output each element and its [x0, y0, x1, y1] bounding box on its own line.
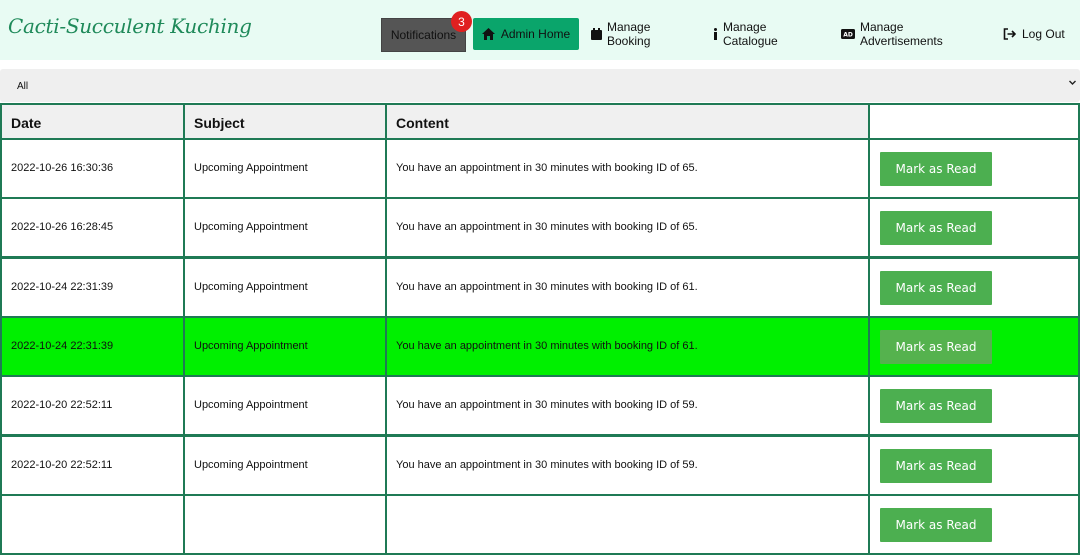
cell-subject	[183, 493, 387, 555]
cell-content: You have an appointment in 30 minutes wi…	[385, 138, 870, 199]
info-icon	[713, 28, 718, 40]
admin-home-label: Admin Home	[500, 27, 571, 41]
chevron-down-icon	[1068, 78, 1077, 90]
cell-subject: Upcoming Appointment	[183, 315, 387, 377]
subject-text: Upcoming Appointment	[194, 458, 308, 471]
cell-action: Mark as Read	[868, 256, 1080, 318]
date-text: 2022-10-24 22:31:39	[11, 339, 114, 352]
cell-date: 2022-10-20 22:52:11	[0, 434, 185, 496]
subject-text: Upcoming Appointment	[194, 280, 308, 293]
cell-subject: Upcoming Appointment	[183, 375, 387, 437]
manage-booking-link[interactable]: Manage Booking	[591, 18, 695, 50]
notifications-count-badge: 3	[451, 11, 472, 32]
subject-text: Upcoming Appointment	[194, 399, 308, 412]
header-action	[868, 103, 1080, 140]
cell-date	[0, 493, 185, 555]
date-text: 2022-10-26 16:28:45	[11, 221, 114, 234]
content-text: You have an appointment in 30 minutes wi…	[396, 458, 698, 471]
cell-action: Mark as Read	[868, 434, 1080, 496]
manage-booking-label: Manage Booking	[607, 20, 651, 48]
header-content: Content	[385, 103, 870, 140]
header-subject-label: Subject	[194, 115, 245, 131]
cell-action: Mark as Read	[868, 197, 1080, 259]
mark-as-read-button[interactable]: Mark as Read	[880, 448, 992, 483]
manage-catalogue-label: Manage Catalogue	[723, 20, 778, 48]
calendar-icon	[591, 28, 602, 40]
cell-date: 2022-10-24 22:31:39	[0, 256, 185, 318]
header-subject: Subject	[183, 103, 387, 140]
date-text: 2022-10-20 22:52:11	[11, 399, 113, 412]
cell-subject: Upcoming Appointment	[183, 138, 387, 199]
header-content-label: Content	[396, 115, 449, 131]
brand-logo[interactable]: Cacti-Succulent Kuching	[8, 14, 252, 38]
cell-action: Mark as Read	[868, 315, 1080, 377]
subject-text: Upcoming Appointment	[194, 162, 308, 174]
cell-subject: Upcoming Appointment	[183, 434, 387, 496]
mark-as-read-button[interactable]: Mark as Read	[880, 152, 992, 186]
cell-date: 2022-10-20 22:52:11	[0, 375, 185, 437]
subject-text: Upcoming Appointment	[194, 339, 308, 352]
cell-action: Mark as Read	[868, 493, 1080, 555]
admin-home-button[interactable]: Admin Home	[473, 18, 579, 50]
cell-action: Mark as Read	[868, 375, 1080, 437]
cell-content	[385, 493, 870, 555]
filter-selected-value: All	[17, 81, 29, 92]
cell-subject: Upcoming Appointment	[183, 197, 387, 259]
cell-content: You have an appointment in 30 minutes wi…	[385, 315, 870, 377]
manage-catalogue-link[interactable]: Manage Catalogue	[713, 18, 823, 50]
cell-content: You have an appointment in 30 minutes wi…	[385, 197, 870, 259]
logout-icon	[1003, 28, 1016, 40]
mark-as-read-button[interactable]: Mark as Read	[880, 211, 992, 246]
notifications-label: Notifications	[390, 28, 457, 42]
header-date-label: Date	[11, 115, 42, 131]
ad-icon: AD	[841, 29, 855, 39]
logout-label: Log Out	[1022, 27, 1065, 41]
manage-advertisements-link[interactable]: AD Manage Advertisements	[841, 18, 986, 50]
cell-content: You have an appointment in 30 minutes wi…	[385, 256, 870, 318]
cell-subject: Upcoming Appointment	[183, 256, 387, 318]
logout-link[interactable]: Log Out	[1003, 18, 1073, 50]
manage-advertisements-label: Manage Advertisements	[860, 20, 943, 48]
notification-filter-select[interactable]: All	[0, 69, 1080, 102]
subject-text: Upcoming Appointment	[194, 221, 308, 234]
date-text: 2022-10-26 16:30:36	[11, 162, 114, 174]
cell-date: 2022-10-26 16:30:36	[0, 138, 185, 199]
mark-as-read-button[interactable]: Mark as Read	[880, 389, 992, 424]
content-text: You have an appointment in 30 minutes wi…	[396, 162, 698, 174]
top-navigation-bar: Cacti-Succulent Kuching Notifications 3 …	[0, 0, 1080, 60]
content-text: You have an appointment in 30 minutes wi…	[396, 339, 698, 352]
cell-action: Mark as Read	[868, 138, 1080, 199]
cell-content: You have an appointment in 30 minutes wi…	[385, 434, 870, 496]
date-text: 2022-10-24 22:31:39	[11, 280, 114, 293]
content-text: You have an appointment in 30 minutes wi…	[396, 280, 698, 293]
cell-date: 2022-10-24 22:31:39	[0, 315, 185, 377]
mark-as-read-button[interactable]: Mark as Read	[880, 270, 992, 305]
svg-text:AD: AD	[843, 32, 853, 39]
content-text: You have an appointment in 30 minutes wi…	[396, 221, 698, 234]
content-text: You have an appointment in 30 minutes wi…	[396, 399, 698, 412]
home-icon	[481, 28, 495, 40]
header-date: Date	[0, 103, 185, 140]
cell-content: You have an appointment in 30 minutes wi…	[385, 375, 870, 437]
cell-date: 2022-10-26 16:28:45	[0, 197, 185, 259]
mark-as-read-button[interactable]: Mark as Read	[880, 507, 992, 542]
date-text: 2022-10-20 22:52:11	[11, 458, 113, 471]
mark-as-read-button[interactable]: Mark as Read	[880, 329, 992, 364]
